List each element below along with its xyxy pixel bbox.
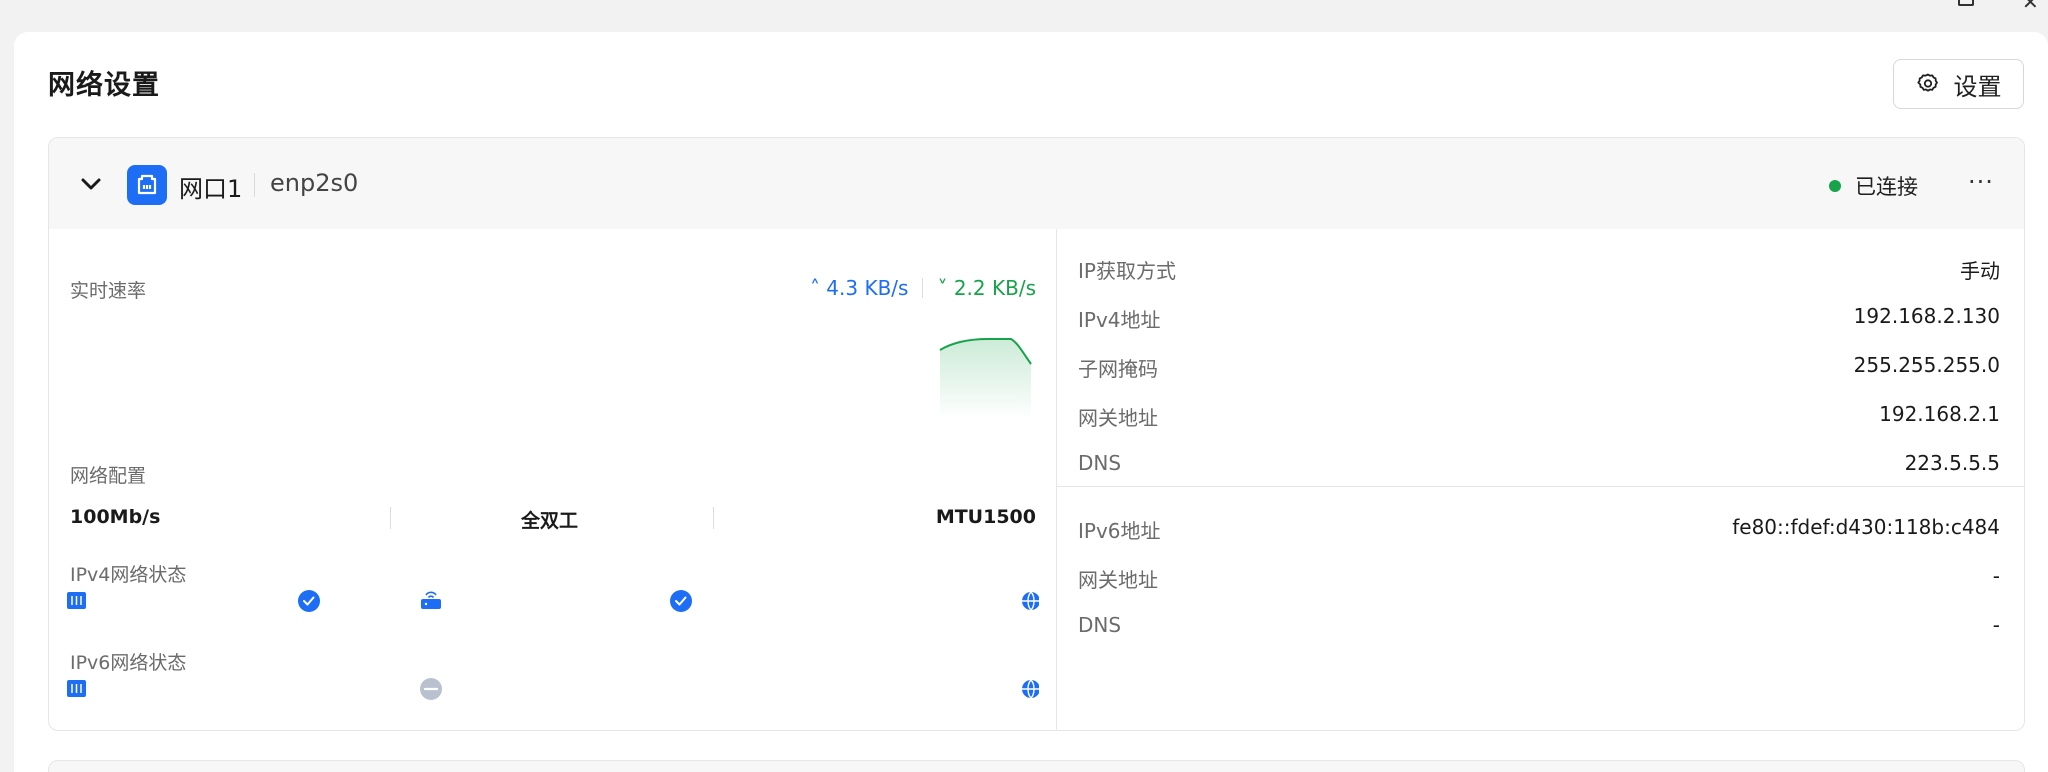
subnet-mask-value: 255.255.255.0	[1853, 353, 2000, 377]
interface-device: enp2s0	[270, 169, 359, 197]
subnet-mask-label: 子网掩码	[1078, 357, 1158, 381]
traffic-area	[940, 339, 1031, 419]
rate-divider	[922, 278, 924, 298]
link-speed: 100Mb/s	[70, 506, 161, 528]
upload-rate-value: 4.3 KB/s	[826, 276, 909, 300]
more-options-button[interactable]: ···	[1959, 164, 2003, 204]
restore-icon[interactable]	[1958, 0, 1974, 6]
ipv6-address-value: fe80::fdef:d430:118b:c484	[1732, 515, 2000, 539]
check-circle-icon	[670, 590, 692, 612]
header-divider	[254, 173, 255, 197]
ip-method-row: IP获取方式 手动	[1057, 243, 2024, 291]
ipv6-dns-row: DNS -	[1057, 601, 2024, 649]
ipv4-address-label: IPv4地址	[1078, 308, 1161, 332]
ipv4-status-track	[67, 587, 1039, 615]
realtime-rates: ˄ 4.3 KB/s ˅ 2.2 KB/s	[810, 276, 1036, 300]
check-circle-icon	[298, 590, 320, 612]
ipv6-gateway-row: 网关地址 -	[1057, 552, 2024, 600]
config-divider	[390, 507, 391, 529]
subnet-mask-row: 子网掩码 255.255.255.0	[1057, 341, 2024, 389]
interface-panel: 网口1 enp2s0 已连接 ··· 实时速率 ˄ 4.3 KB/s ˅ 2.2…	[48, 137, 2025, 731]
ipv6-dns-value: -	[1992, 613, 2000, 637]
ip-method-value: 手动	[1960, 259, 2000, 283]
ipv6-dns-label: DNS	[1078, 613, 1122, 637]
ipv6-status-track	[67, 675, 1039, 703]
minus-circle-icon	[420, 678, 442, 700]
close-icon[interactable]: ✕	[2022, 0, 2039, 14]
settings-label: 设置	[1953, 72, 2002, 101]
arrow-up-icon: ˄	[809, 276, 820, 300]
status-label: 已连接	[1855, 175, 1918, 199]
ip-method-label: IP获取方式	[1078, 259, 1176, 283]
interface-stats: 实时速率 ˄ 4.3 KB/s ˅ 2.2 KB/s 网络配置 100Mb/s …	[49, 229, 1056, 730]
status-dot-icon	[1829, 180, 1841, 192]
next-interface-panel	[48, 760, 2025, 772]
ethernet-port-icon	[127, 165, 167, 205]
ipv4-address-value: 192.168.2.130	[1853, 304, 2000, 328]
ipv4-gateway-row: 网关地址 192.168.2.1	[1057, 390, 2024, 438]
ipv6-gateway-value: -	[1992, 564, 2000, 588]
router-icon	[421, 591, 441, 609]
traffic-chart	[939, 338, 1032, 419]
network-config-row: 100Mb/s 全双工 MTU1500	[70, 504, 1036, 534]
settings-button[interactable]: 设置	[1893, 59, 2024, 109]
ethernet-node-icon	[67, 592, 86, 609]
ipv4-status-label: IPv4网络状态	[70, 564, 187, 586]
window-controls: ✕	[1908, 0, 2048, 14]
ipv4-gateway-label: 网关地址	[1078, 406, 1158, 430]
ip-section-divider	[1057, 486, 2024, 487]
ipv4-dns-row: DNS 223.5.5.5	[1057, 439, 2024, 487]
globe-icon	[1022, 679, 1039, 699]
realtime-rate-label: 实时速率	[70, 280, 147, 302]
gear-icon	[1916, 73, 1938, 92]
ipv6-address-row: IPv6地址 fe80::fdef:d430:118b:c484	[1057, 503, 2024, 551]
ip-details: IP获取方式 手动 IPv4地址 192.168.2.130 子网掩码 255.…	[1057, 229, 2024, 730]
ipv4-gateway-value: 192.168.2.1	[1879, 402, 2000, 426]
arrow-down-icon: ˅	[937, 276, 948, 300]
upload-rate: ˄ 4.3 KB/s	[810, 276, 909, 300]
mtu-value: MTU1500	[935, 506, 1036, 528]
download-rate-value: 2.2 KB/s	[953, 276, 1036, 300]
ipv4-dns-value: 223.5.5.5	[1904, 451, 2000, 475]
interface-header: 网口1 enp2s0 已连接 ···	[49, 138, 2024, 229]
duplex-mode: 全双工	[521, 510, 579, 532]
network-config-label: 网络配置	[70, 465, 147, 487]
page-title: 网络设置	[48, 70, 160, 101]
globe-icon	[1022, 591, 1039, 611]
interface-name: 网口1	[179, 175, 243, 203]
ipv4-address-row: IPv4地址 192.168.2.130	[1057, 292, 2024, 340]
ipv6-gateway-label: 网关地址	[1078, 568, 1158, 592]
config-divider	[713, 507, 714, 529]
ipv4-dns-label: DNS	[1078, 451, 1122, 475]
download-rate: ˅ 2.2 KB/s	[937, 276, 1036, 300]
ipv6-status-label: IPv6网络状态	[70, 652, 187, 674]
connection-status: 已连接	[1829, 171, 1918, 201]
chevron-down-icon[interactable]	[73, 166, 109, 202]
ipv6-address-label: IPv6地址	[1078, 519, 1161, 543]
ethernet-node-icon	[67, 680, 86, 697]
